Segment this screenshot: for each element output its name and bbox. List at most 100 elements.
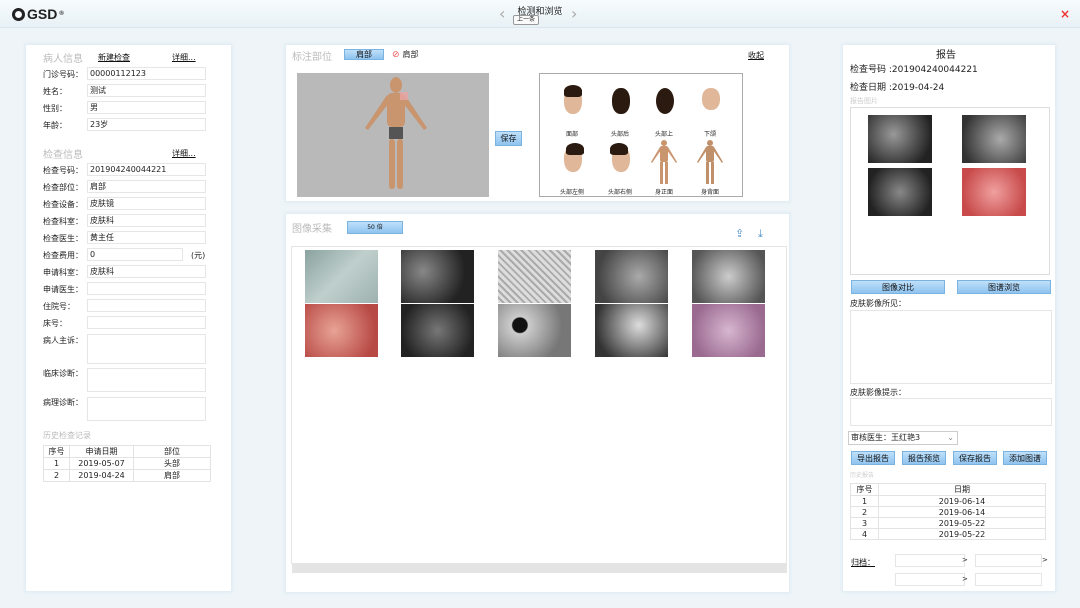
clinical-label: 临床诊断： <box>43 369 83 378</box>
captured-image[interactable] <box>595 250 668 303</box>
history-col-site: 部位 <box>133 445 211 458</box>
patient-field[interactable]: 测试 <box>87 84 206 97</box>
archive-field-2[interactable] <box>975 554 1042 567</box>
exam-field[interactable] <box>87 299 206 312</box>
view-jaw[interactable]: 下颌 <box>690 80 730 138</box>
captured-image[interactable] <box>692 304 765 357</box>
exam-field[interactable]: 皮肤科 <box>87 214 206 227</box>
pathology-field[interactable] <box>87 397 206 421</box>
table-row[interactable]: 2 2019-06-14 <box>850 506 1046 518</box>
table-row[interactable]: 4 2019-05-22 <box>850 528 1046 540</box>
exam-detail-link[interactable]: 详细... <box>172 148 196 159</box>
site-tag-button[interactable]: 肩部 <box>344 49 384 60</box>
report-image[interactable] <box>868 115 932 163</box>
view-label: 头部右侧 <box>607 189 632 196</box>
view-right-head[interactable]: 头部右侧 <box>600 138 640 196</box>
table-row[interactable]: 1 2019-05-07 头部 <box>43 457 211 470</box>
report-history-header-row: 序号 日期 <box>850 483 1046 496</box>
patient-field[interactable]: 男 <box>87 101 206 114</box>
exam-label: 检查科室： <box>43 217 83 226</box>
exam-field[interactable]: 皮肤镜 <box>87 197 206 210</box>
view-top-head[interactable]: 头部上 <box>644 80 684 138</box>
history-header-row: 序号 申请日期 部位 <box>43 445 211 458</box>
view-left-head[interactable]: 头部左侧 <box>552 138 592 196</box>
prev-record-button[interactable]: 上一条 <box>513 15 539 25</box>
export-report-button[interactable]: 导出报告 <box>851 451 895 465</box>
atlas-browse-button[interactable]: 图谱浏览 <box>957 280 1051 294</box>
patient-label: 姓名： <box>43 87 67 96</box>
captured-image[interactable] <box>692 250 765 303</box>
exam-label: 申请医生： <box>43 285 83 294</box>
patient-field[interactable]: 23岁 <box>87 118 206 131</box>
captured-image[interactable] <box>305 304 378 357</box>
exam-field[interactable]: 黄主任 <box>87 231 206 244</box>
captured-image[interactable] <box>595 304 668 357</box>
reviewer-select[interactable]: 审核医生：王红艳3 ⌄ <box>848 431 958 445</box>
close-icon[interactable]: × <box>1060 7 1070 21</box>
captured-image[interactable] <box>498 304 571 357</box>
history-table: 序号 申请日期 部位 1 2019-05-07 头部 2 2019-04-24 … <box>43 445 211 482</box>
download-icon[interactable]: ⤓ <box>758 227 763 241</box>
body-model-view[interactable] <box>297 73 489 197</box>
history-cell: 头部 <box>133 457 211 470</box>
captured-image[interactable] <box>498 250 571 303</box>
archive-arrow-icon[interactable]: > <box>1042 556 1048 564</box>
view-body-front[interactable]: 身正面 <box>644 138 684 196</box>
collapse-link[interactable]: 收起 <box>748 50 764 61</box>
view-label: 身背面 <box>700 189 719 196</box>
exam-field[interactable] <box>87 316 206 329</box>
image-compare-button[interactable]: 图像对比 <box>851 280 945 294</box>
archive-arrow-icon[interactable]: > <box>962 556 968 564</box>
exam-field[interactable]: 0 <box>87 248 183 261</box>
archive-label[interactable]: 归档： <box>851 557 875 568</box>
exam-field[interactable] <box>87 282 206 295</box>
horizontal-scrollbar[interactable] <box>292 564 787 573</box>
body-front-icon <box>651 140 677 184</box>
new-exam-link[interactable]: 新建检查 <box>98 52 130 63</box>
table-row[interactable]: 1 2019-06-14 <box>850 495 1046 507</box>
zoom-button[interactable]: 50 倍 <box>347 221 403 234</box>
archive-field-4[interactable] <box>975 573 1042 586</box>
archive-field-1[interactable] <box>895 554 965 567</box>
report-history-col-index: 序号 <box>850 483 879 496</box>
findings-textarea[interactable] <box>850 310 1052 384</box>
archive-arrow-icon[interactable]: > <box>962 575 968 583</box>
preview-report-button[interactable]: 报告预览 <box>902 451 946 465</box>
view-back-head[interactable]: 头部后 <box>600 80 640 138</box>
archive-field-3[interactable] <box>895 573 965 586</box>
site-check[interactable]: ⊘ 肩部 <box>392 49 419 60</box>
exam-field[interactable]: 201904240044221 <box>87 163 206 176</box>
patient-detail-link[interactable]: 详细... <box>172 52 196 63</box>
view-label: 头部后 <box>610 131 629 138</box>
next-arrow-icon[interactable]: › <box>571 6 577 22</box>
view-label: 面部 <box>565 131 578 138</box>
save-mark-button[interactable]: 保存 <box>495 131 522 146</box>
report-images-title: 报告图片 <box>850 97 878 105</box>
patient-field[interactable]: 00000112123 <box>87 67 206 80</box>
exam-label: 申请科室： <box>43 268 83 277</box>
clinical-field[interactable] <box>87 368 206 392</box>
report-history-cell: 2019-05-22 <box>878 517 1046 529</box>
report-image[interactable] <box>962 168 1026 216</box>
report-image[interactable] <box>868 168 932 216</box>
save-report-button[interactable]: 保存报告 <box>953 451 997 465</box>
exam-section-title: 检查信息 <box>43 150 83 161</box>
complaint-field[interactable] <box>87 334 206 364</box>
exam-label: 检查号码： <box>43 166 83 175</box>
captured-image[interactable] <box>305 250 378 303</box>
logo-ring-icon <box>12 7 25 21</box>
report-image[interactable] <box>962 115 1026 163</box>
captured-image[interactable] <box>401 304 474 357</box>
report-history-cell: 2019-06-14 <box>878 495 1046 507</box>
exam-field[interactable]: 肩部 <box>87 180 206 193</box>
exam-field[interactable]: 皮肤科 <box>87 265 206 278</box>
upload-icon[interactable]: ⇪ <box>735 227 744 240</box>
body-model-icon <box>365 77 427 189</box>
table-row[interactable]: 2 2019-04-24 肩部 <box>43 469 211 482</box>
hint-textarea[interactable] <box>850 398 1052 426</box>
table-row[interactable]: 3 2019-05-22 <box>850 517 1046 529</box>
captured-image[interactable] <box>401 250 474 303</box>
view-body-back[interactable]: 身背面 <box>690 138 730 196</box>
add-atlas-button[interactable]: 添加图谱 <box>1003 451 1047 465</box>
view-face[interactable]: 面部 <box>552 80 592 138</box>
